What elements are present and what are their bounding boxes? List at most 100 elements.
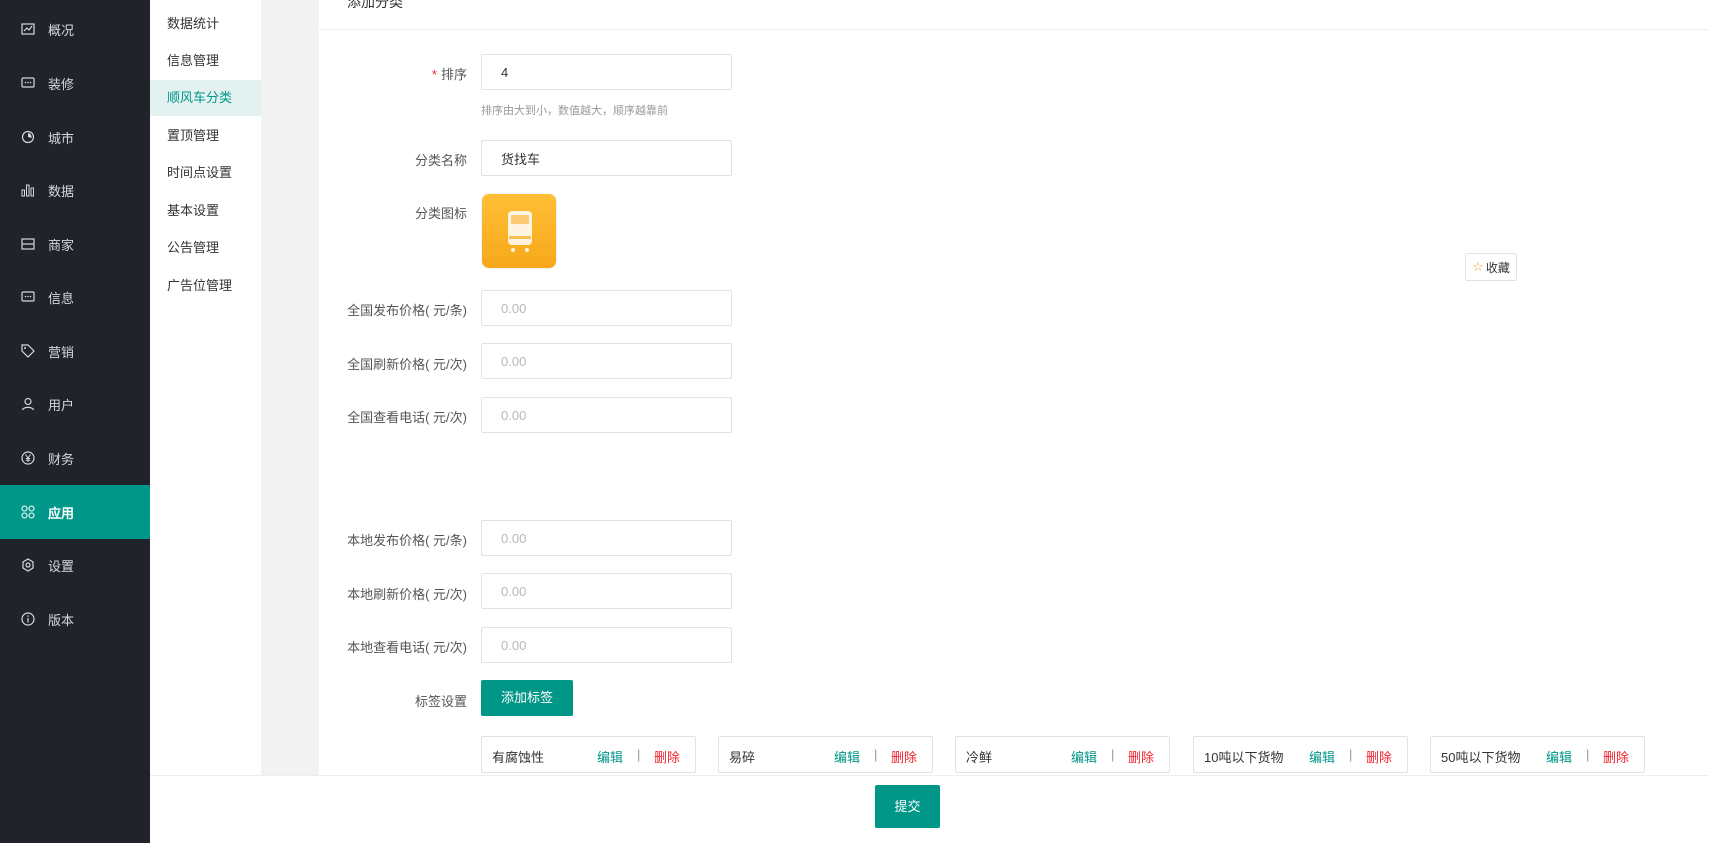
tag-separator: |	[1586, 747, 1590, 762]
submenu-item-basic-settings[interactable]: 基本设置	[150, 193, 261, 229]
tag-name: 易碎	[729, 750, 756, 765]
category-name-label: 分类名称	[414, 153, 467, 168]
submenu-item-info-manage[interactable]: 信息管理	[150, 43, 261, 79]
favorite-button[interactable]: ☆ 收藏	[1465, 253, 1517, 281]
apps-icon	[20, 504, 36, 520]
sidebar-item-label: 城市	[48, 130, 75, 146]
info-icon	[20, 611, 36, 627]
add-tag-button[interactable]: 添加标签	[481, 680, 573, 716]
sort-input[interactable]	[481, 54, 732, 90]
settings-icon	[20, 557, 36, 573]
main-sidebar: 概况 装修 城市 数据 商家 信息 营销 用户 财务 应用 设置 版本	[0, 0, 150, 843]
tag-edit-link[interactable]: 编辑	[834, 747, 860, 766]
tag-separator: |	[874, 747, 878, 762]
user-icon	[20, 396, 36, 412]
tag-name: 有腐蚀性	[492, 750, 545, 765]
tag-delete-link[interactable]: 删除	[1128, 747, 1154, 766]
tag-edit-link[interactable]: 编辑	[1546, 747, 1572, 766]
sidebar-item-apps[interactable]: 应用	[0, 485, 150, 539]
tag-name: 冷鲜	[966, 750, 993, 765]
tag-separator: |	[637, 747, 641, 762]
local-refresh-price-input[interactable]	[481, 573, 732, 609]
tag-item: 50吨以下货物 编辑 | 删除	[1430, 736, 1645, 773]
store-icon	[20, 236, 36, 252]
sidebar-item-label: 财务	[48, 451, 75, 467]
yen-icon	[20, 450, 36, 466]
tag-icon	[20, 343, 36, 359]
sidebar-item-message[interactable]: 信息	[0, 270, 150, 324]
chart-icon	[20, 182, 36, 198]
overview-icon	[20, 21, 36, 37]
tag-item: 10吨以下货物 编辑 | 删除	[1193, 736, 1408, 773]
tag-name: 10吨以下货物	[1204, 750, 1284, 765]
sub-menu: 数据统计 信息管理 顺风车分类 置顶管理 时间点设置 基本设置 公告管理 广告位…	[150, 0, 261, 775]
sidebar-item-label: 信息	[48, 290, 75, 306]
submenu-item-stats[interactable]: 数据统计	[150, 6, 261, 42]
national-phone-price-input[interactable]	[481, 397, 732, 433]
submenu-item-carpool-category[interactable]: 顺风车分类	[150, 80, 261, 116]
sidebar-item-label: 概况	[48, 22, 75, 38]
star-icon: ☆	[1472, 259, 1484, 274]
sidebar-item-overview[interactable]: 概况	[0, 2, 150, 56]
decoration-icon	[20, 75, 36, 91]
tag-item: 有腐蚀性 编辑 | 删除	[481, 736, 696, 773]
sidebar-item-settings[interactable]: 设置	[0, 538, 150, 592]
submenu-item-time-settings[interactable]: 时间点设置	[150, 155, 261, 191]
sidebar-item-data[interactable]: 数据	[0, 163, 150, 217]
submenu-item-ad-manage[interactable]: 广告位管理	[150, 268, 261, 304]
sidebar-item-label: 版本	[48, 612, 75, 628]
national-refresh-price-label: 全国刷新价格( 元/次)	[347, 357, 467, 372]
tag-item: 冷鲜 编辑 | 删除	[955, 736, 1170, 773]
sidebar-item-label: 用户	[48, 397, 75, 413]
tag-delete-link[interactable]: 删除	[654, 747, 680, 766]
favorite-label: 收藏	[1485, 260, 1510, 275]
sidebar-item-label: 商家	[48, 237, 75, 253]
sidebar-item-label: 营销	[48, 344, 75, 360]
national-phone-price-label: 全国查看电话( 元/次)	[347, 410, 467, 425]
submenu-item-pin-manage[interactable]: 置顶管理	[150, 118, 261, 154]
local-refresh-price-label: 本地刷新价格( 元/次)	[347, 587, 467, 602]
tag-delete-link[interactable]: 删除	[1603, 747, 1629, 766]
sidebar-item-label: 数据	[48, 183, 75, 199]
submit-button[interactable]: 提交	[875, 785, 940, 828]
tag-separator: |	[1349, 747, 1353, 762]
submenu-item-notice-manage[interactable]: 公告管理	[150, 230, 261, 266]
sidebar-item-version[interactable]: 版本	[0, 592, 150, 646]
tag-delete-link[interactable]: 删除	[891, 747, 917, 766]
tag-separator: |	[1111, 747, 1115, 762]
tag-edit-link[interactable]: 编辑	[597, 747, 623, 766]
sidebar-item-marketing[interactable]: 营销	[0, 324, 150, 378]
truck-icon	[508, 211, 532, 252]
tag-settings-label: 标签设置	[414, 694, 467, 709]
sort-label: * 排序	[431, 67, 467, 82]
sidebar-item-label: 装修	[48, 76, 75, 92]
local-phone-price-label: 本地查看电话( 元/次)	[347, 640, 467, 655]
national-publish-price-input[interactable]	[481, 290, 732, 326]
category-name-input[interactable]	[481, 140, 732, 176]
local-publish-price-input[interactable]	[481, 520, 732, 556]
sidebar-item-label: 设置	[48, 558, 75, 574]
tag-name: 50吨以下货物	[1441, 750, 1521, 765]
city-icon	[20, 129, 36, 145]
category-icon-upload[interactable]	[481, 193, 557, 269]
local-publish-price-label: 本地发布价格( 元/条)	[347, 533, 467, 548]
panel-header: 添加分类	[319, 0, 1709, 30]
local-phone-price-input[interactable]	[481, 627, 732, 663]
sidebar-item-label: 应用	[48, 505, 75, 521]
sidebar-item-merchant[interactable]: 商家	[0, 217, 150, 271]
tag-edit-link[interactable]: 编辑	[1309, 747, 1335, 766]
sidebar-item-decoration[interactable]: 装修	[0, 56, 150, 110]
sidebar-item-city[interactable]: 城市	[0, 110, 150, 164]
category-icon-label: 分类图标	[414, 206, 467, 221]
content-gutter	[261, 0, 319, 775]
national-publish-price-label: 全国发布价格( 元/条)	[347, 303, 467, 318]
sidebar-item-user[interactable]: 用户	[0, 377, 150, 431]
page-title: 添加分类	[347, 0, 403, 10]
message-icon	[20, 289, 36, 305]
sidebar-item-finance[interactable]: 财务	[0, 431, 150, 485]
tag-edit-link[interactable]: 编辑	[1071, 747, 1097, 766]
national-refresh-price-input[interactable]	[481, 343, 732, 379]
tag-item: 易碎 编辑 | 删除	[718, 736, 933, 773]
tag-delete-link[interactable]: 删除	[1366, 747, 1392, 766]
sort-hint: 排序由大到小，数值越大，顺序越靠前	[481, 105, 668, 117]
